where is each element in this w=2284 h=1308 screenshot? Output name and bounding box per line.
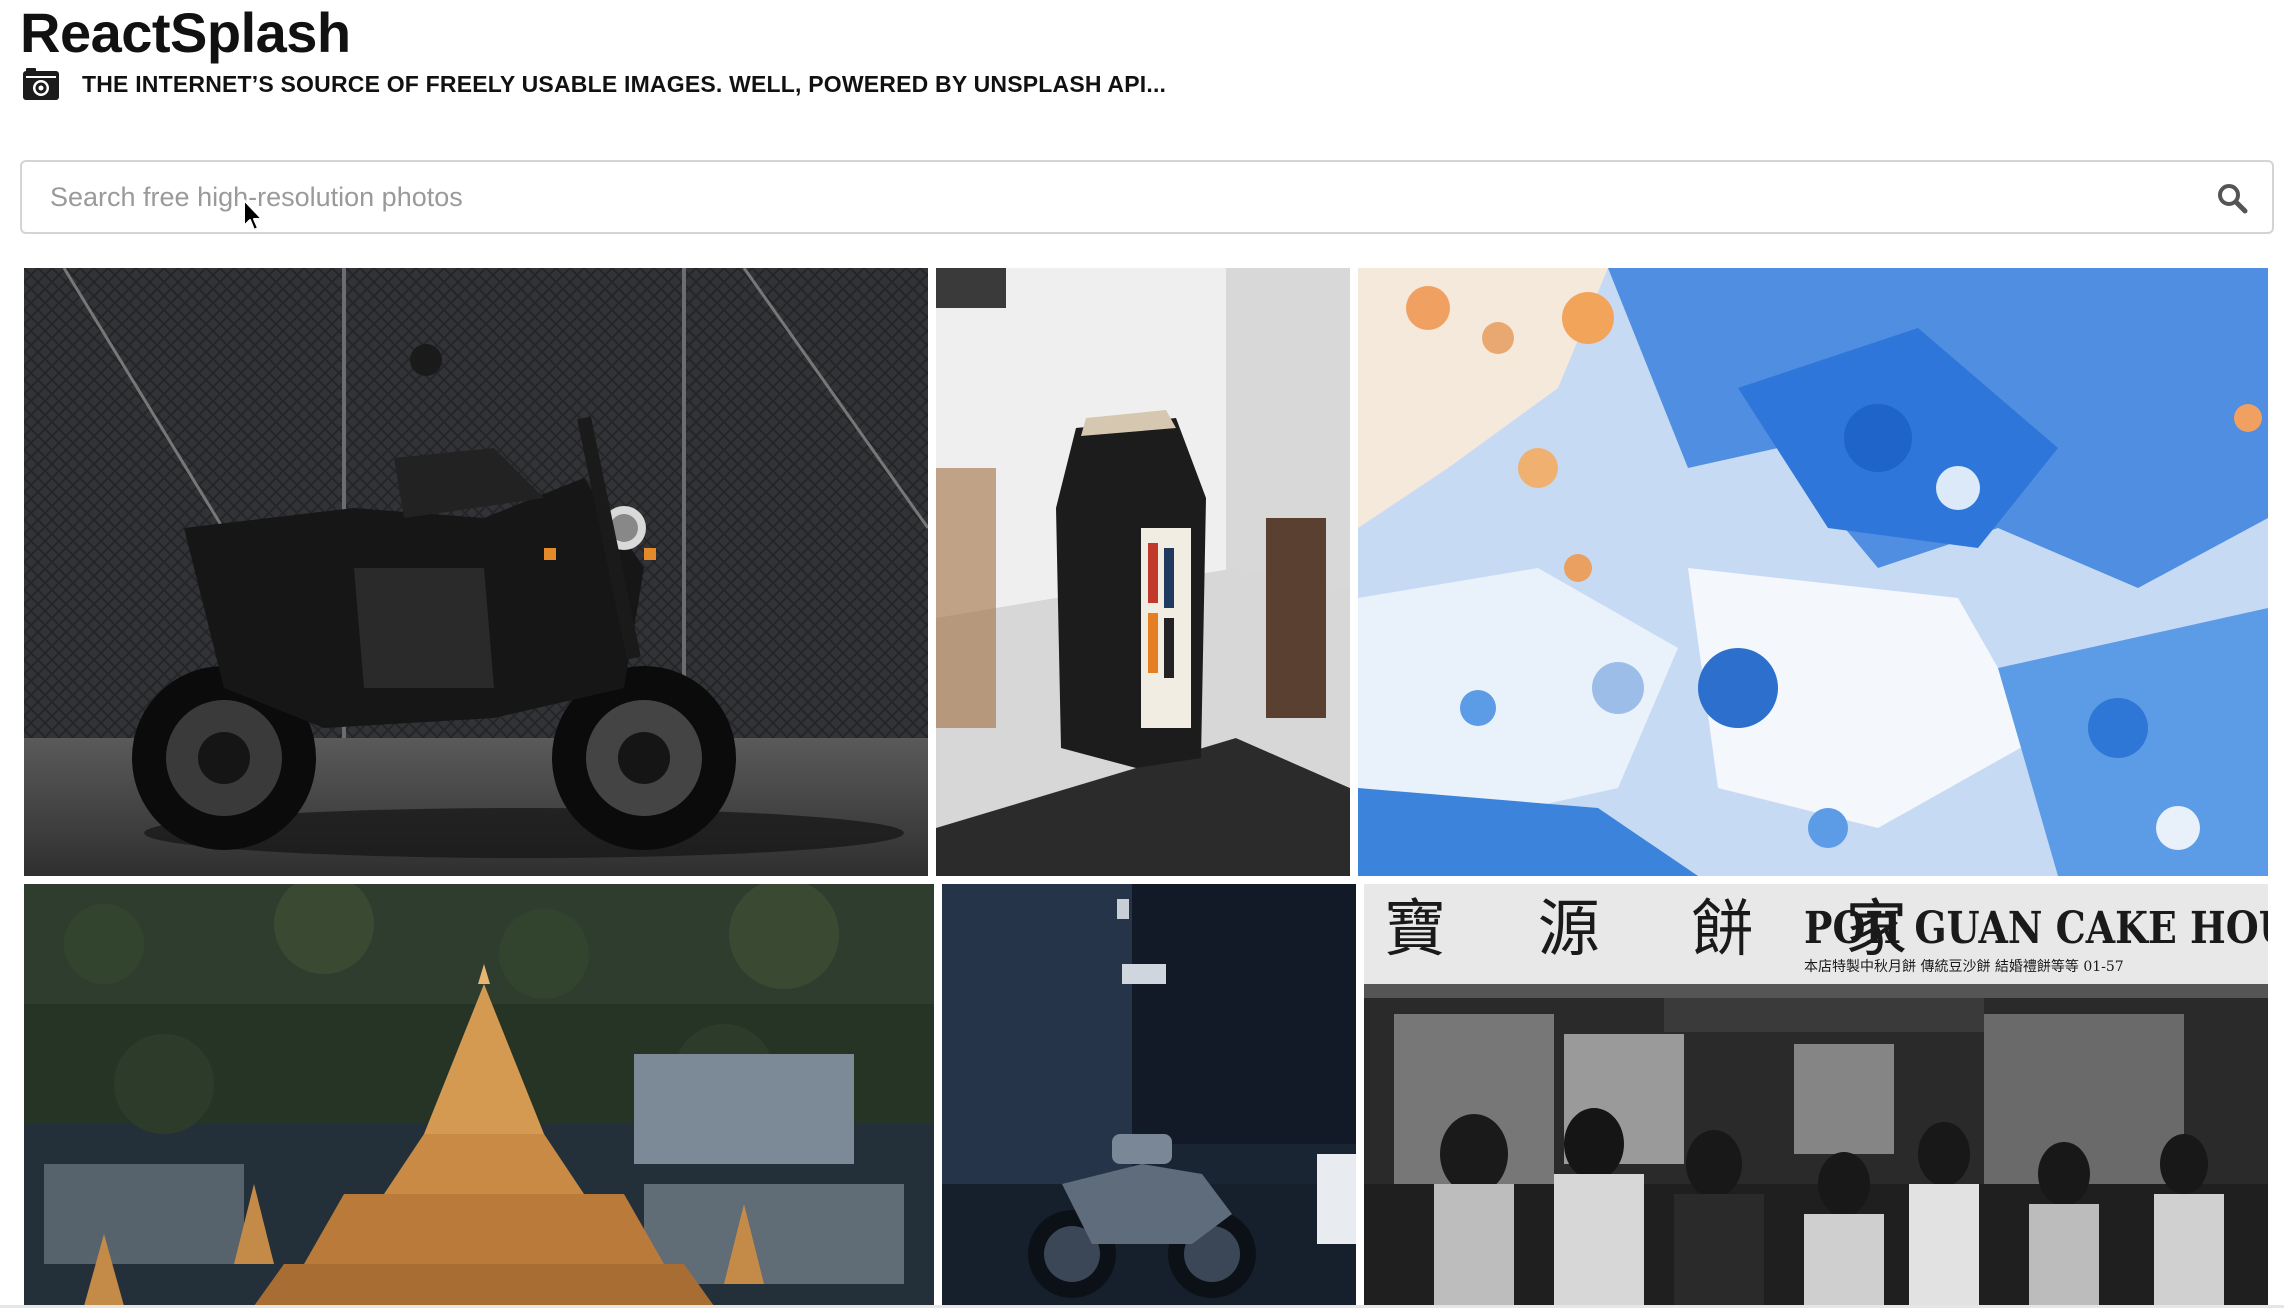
sign-small-text: 本店特製中秋月餅 傳統豆沙餅 結婚禮餅等等 01-57 <box>1804 959 2124 975</box>
photo-motorcycle-dark-image <box>942 884 1356 1306</box>
photo-golden-pagoda-image <box>24 884 934 1306</box>
photo-abstract-paint-image <box>1358 268 2268 876</box>
sign-english-text: POH GUAN CAKE HOUSE <box>1804 903 2268 954</box>
search-input[interactable] <box>22 162 2272 232</box>
search-icon[interactable] <box>2216 182 2248 214</box>
camera-icon <box>23 68 59 100</box>
photo-motorcycle[interactable] <box>24 268 928 876</box>
photo-motorcycle-image <box>24 268 928 876</box>
tagline: THE INTERNET’S SOURCE OF FREELY USABLE I… <box>82 70 1167 97</box>
photo-motorcycle-dark[interactable] <box>942 884 1356 1306</box>
search-bar <box>20 160 2274 234</box>
cake-house-sign: 寶 源 餅 家 POH GUAN CAKE HOUSE 本店特製中秋月餅 傳統豆… <box>1364 884 2268 984</box>
app-title: ReactSplash <box>20 1 351 64</box>
photo-cake-house[interactable]: 寶 源 餅 家 POH GUAN CAKE HOUSE 本店特製中秋月餅 傳統豆… <box>1364 884 2268 1306</box>
photo-abstract-paint[interactable] <box>1358 268 2268 876</box>
photo-golden-pagoda[interactable] <box>24 884 934 1306</box>
photo-coffee-bag-image <box>936 268 1350 876</box>
photo-coffee-bag[interactable] <box>936 268 1350 876</box>
tagline-row: THE INTERNET’S SOURCE OF FREELY USABLE I… <box>22 64 1166 104</box>
